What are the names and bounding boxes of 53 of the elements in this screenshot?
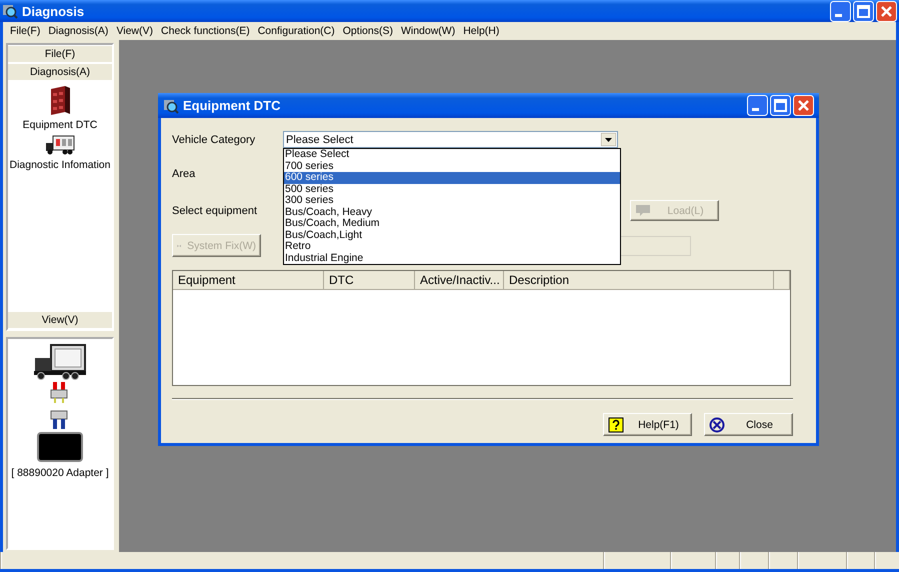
close-button[interactable]: [876, 0, 897, 22]
cancel-icon: [709, 416, 725, 432]
menu-item[interactable]: Window(W): [396, 25, 460, 37]
book-icon[interactable]: [48, 85, 72, 115]
panel-header[interactable]: File(F): [8, 46, 112, 62]
app-icon: [2, 3, 18, 19]
close-button[interactable]: [793, 95, 814, 116]
navigation-item[interactable]: Diagnostic Infomation: [10, 159, 110, 171]
menu-item[interactable]: Options(S): [338, 25, 397, 37]
dropdown-option[interactable]: Retro: [284, 241, 620, 252]
field-label: Select equipment: [172, 204, 258, 216]
column-header[interactable]: Equipment: [173, 271, 324, 290]
menu-item[interactable]: Diagnosis(A): [44, 25, 112, 37]
dropdown-option[interactable]: Bus/Coach, Heavy: [284, 206, 620, 218]
truck-icon[interactable]: [45, 135, 75, 155]
dropdown-option[interactable]: Bus/Coach,Light: [284, 230, 620, 241]
help-icon: [608, 416, 624, 432]
menu-item[interactable]: Check functions(E): [157, 25, 254, 37]
maximize-button[interactable]: [770, 95, 791, 116]
menu-item[interactable]: Help(H): [459, 25, 504, 37]
field-label: Vehicle Category: [172, 134, 256, 146]
column-header[interactable]: Active/Inactiv...: [415, 271, 504, 290]
dropdown-option[interactable]: Please Select: [284, 149, 620, 160]
column-header[interactable]: DTC: [324, 271, 415, 290]
panel-header[interactable]: Diagnosis(A): [8, 64, 112, 80]
menu-item[interactable]: File(F): [6, 25, 44, 37]
dropdown-option[interactable]: Bus/Coach, Medium: [284, 218, 620, 230]
maximize-button[interactable]: [853, 0, 874, 22]
dropdown-option[interactable]: 300 series: [284, 195, 620, 206]
minimize-button[interactable]: [830, 0, 851, 22]
text-field[interactable]: [619, 236, 691, 256]
minimize-button[interactable]: [747, 95, 768, 116]
dropdown-value: Please Select: [286, 134, 354, 146]
adapter-label: [ 88890020 Adapter ]: [11, 467, 109, 479]
column-header[interactable]: Description: [504, 271, 774, 290]
dropdown-arrow-icon[interactable]: [601, 133, 616, 146]
dropdown-option[interactable]: 500 series: [284, 184, 620, 195]
dropdown-option[interactable]: 600 series: [284, 172, 620, 184]
dropdown-option[interactable]: Industrial Engine: [284, 252, 620, 264]
empty-column-header: [774, 271, 790, 290]
dropdown-option[interactable]: 700 series: [284, 160, 620, 172]
speech-bubble-icon: [635, 204, 651, 217]
close-button[interactable]: Close: [704, 413, 793, 436]
field-label: Area: [172, 168, 196, 180]
menu-item[interactable]: View(V): [112, 25, 158, 37]
menu-item[interactable]: Configuration(C): [254, 25, 339, 37]
window-title: Diagnosis: [22, 4, 86, 18]
help-button[interactable]: Help(F1): [603, 413, 692, 436]
app-icon: [163, 98, 179, 114]
dialog-title: Equipment DTC: [183, 98, 282, 113]
navigation-item[interactable]: Equipment DTC: [22, 119, 98, 131]
panel-header[interactable]: View(V): [8, 312, 112, 328]
adapter-icon: [37, 432, 83, 462]
